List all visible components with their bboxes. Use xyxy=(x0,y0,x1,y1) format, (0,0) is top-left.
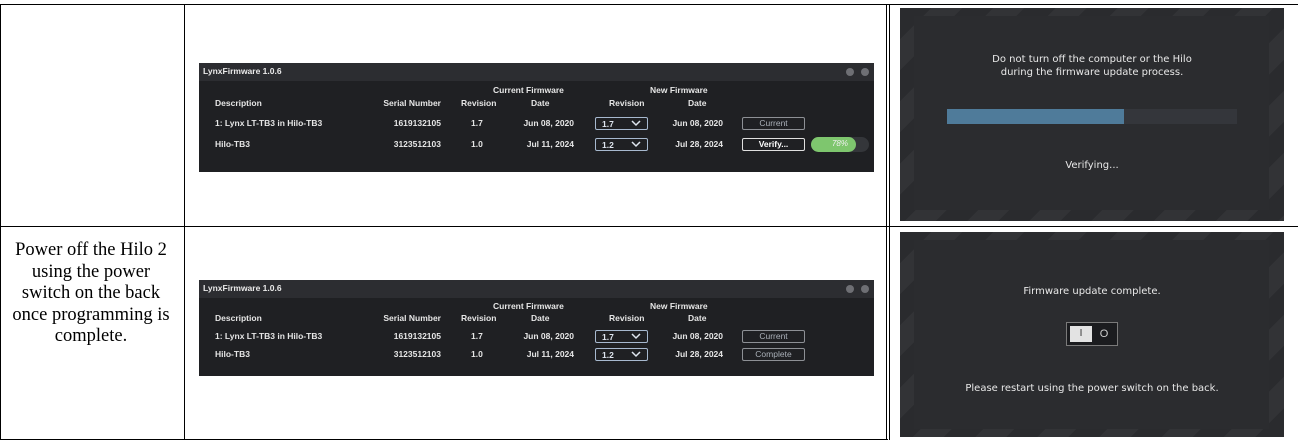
new-firmware-header: New Firmware xyxy=(650,301,708,311)
update-progress-pill: 78% xyxy=(811,137,869,152)
row-serial: 3123512103 xyxy=(393,139,441,149)
complete-button[interactable]: Complete xyxy=(742,348,805,361)
window-button-icon[interactable] xyxy=(846,285,854,293)
row-description: Hilo-TB3 xyxy=(215,139,250,149)
app-titlebar: LynxFirmware 1.0.6 xyxy=(199,280,874,298)
dialog-instruction: Please restart using the power switch on… xyxy=(965,383,1219,394)
dialog-status: Verifying... xyxy=(1065,160,1119,171)
col-header-serial: Serial Number xyxy=(383,313,441,323)
current-button[interactable]: Current xyxy=(742,117,805,130)
table-border-top xyxy=(0,4,1298,5)
firmware-app-window-2: LynxFirmware 1.0.6 Current Firmware New … xyxy=(199,280,874,376)
new-revision-select[interactable]: 1.7 xyxy=(595,117,648,130)
firmware-app-window-1: LynxFirmware 1.0.6 Current Firmware New … xyxy=(199,63,874,172)
update-progress-label: 78% xyxy=(831,139,848,148)
table-border-col1 xyxy=(184,4,185,440)
firmware-progress-fill xyxy=(947,109,1124,124)
window-button-icon[interactable] xyxy=(861,68,869,76)
update-dialog-verifying: Do not turn off the computer or the Hilo… xyxy=(900,8,1284,221)
row-new-date: Jul 28, 2024 xyxy=(675,139,723,149)
app-titlebar: LynxFirmware 1.0.6 xyxy=(199,63,874,81)
col-header-new-date: Date xyxy=(688,313,707,323)
new-revision-select[interactable]: 1.2 xyxy=(595,348,648,361)
row-current-date: Jul 11, 2024 xyxy=(526,349,574,359)
row-current-revision: 1.0 xyxy=(471,349,483,359)
dialog-warning-message: Do not turn off the computer or the Hilo… xyxy=(992,54,1192,78)
chevron-down-icon xyxy=(631,351,641,358)
col-header-new-revision: Revision xyxy=(609,313,645,323)
row-description: Hilo-TB3 xyxy=(215,349,250,359)
col-header-description: Description xyxy=(215,313,262,323)
firmware-progress-bar xyxy=(947,109,1237,124)
chevron-down-icon xyxy=(631,120,641,127)
table-border-col3 xyxy=(889,4,890,440)
current-button[interactable]: Current xyxy=(742,330,805,343)
window-button-icon[interactable] xyxy=(861,285,869,293)
col-header-new-date: Date xyxy=(688,98,707,108)
row-serial: 1619132105 xyxy=(393,331,441,341)
col-header-serial: Serial Number xyxy=(383,98,441,108)
new-firmware-header: New Firmware xyxy=(650,85,708,95)
app-title: LynxFirmware 1.0.6 xyxy=(203,66,282,76)
chevron-down-icon xyxy=(631,141,641,148)
row-current-revision: 1.0 xyxy=(471,139,483,149)
new-revision-select[interactable]: 1.7 xyxy=(595,330,648,343)
row-current-revision: 1.7 xyxy=(471,331,483,341)
update-dialog-complete: Firmware update complete. I O Please res… xyxy=(900,232,1284,437)
col-header-cur-date: Date xyxy=(531,313,550,323)
new-revision-value: 1.2 xyxy=(602,140,614,150)
new-revision-select[interactable]: 1.2 xyxy=(595,138,648,151)
row-current-revision: 1.7 xyxy=(471,118,483,128)
current-firmware-header: Current Firmware xyxy=(493,85,564,95)
new-revision-value: 1.2 xyxy=(602,350,614,360)
row-new-date: Jun 08, 2020 xyxy=(672,331,723,341)
row-description: 1: Lynx LT-TB3 in Hilo-TB3 xyxy=(215,331,323,341)
col-header-cur-revision: Revision xyxy=(461,313,497,323)
dialog-title: Firmware update complete. xyxy=(1023,286,1161,297)
chevron-down-icon xyxy=(631,333,641,340)
new-revision-value: 1.7 xyxy=(602,119,614,129)
switch-on-label: I xyxy=(1070,326,1092,342)
table-border-bottom xyxy=(0,439,888,440)
table-border-col2 xyxy=(886,4,887,440)
new-revision-value: 1.7 xyxy=(602,332,614,342)
power-switch-icon: I O xyxy=(1066,322,1118,346)
row-new-date: Jun 08, 2020 xyxy=(672,118,723,128)
row-description: 1: Lynx LT-TB3 in Hilo-TB3 xyxy=(215,118,323,128)
row-serial: 1619132105 xyxy=(393,118,441,128)
window-button-icon[interactable] xyxy=(846,68,854,76)
col-header-cur-revision: Revision xyxy=(461,98,497,108)
switch-off-label: O xyxy=(1099,328,1109,340)
row-current-date: Jun 08, 2020 xyxy=(523,331,574,341)
col-header-description: Description xyxy=(215,98,262,108)
current-firmware-header: Current Firmware xyxy=(493,301,564,311)
table-border-middle xyxy=(0,226,1298,227)
row-serial: 3123512103 xyxy=(393,349,441,359)
col-header-cur-date: Date xyxy=(531,98,550,108)
table-border-left xyxy=(0,4,1,440)
row-current-date: Jun 08, 2020 xyxy=(523,118,574,128)
app-title: LynxFirmware 1.0.6 xyxy=(203,283,282,293)
verify-button[interactable]: Verify... xyxy=(742,138,805,151)
row-current-date: Jul 11, 2024 xyxy=(526,139,574,149)
row-new-date: Jul 28, 2024 xyxy=(675,349,723,359)
step-text-2: Power off the Hilo 2 using the power swi… xyxy=(12,240,170,347)
col-header-new-revision: Revision xyxy=(609,98,645,108)
